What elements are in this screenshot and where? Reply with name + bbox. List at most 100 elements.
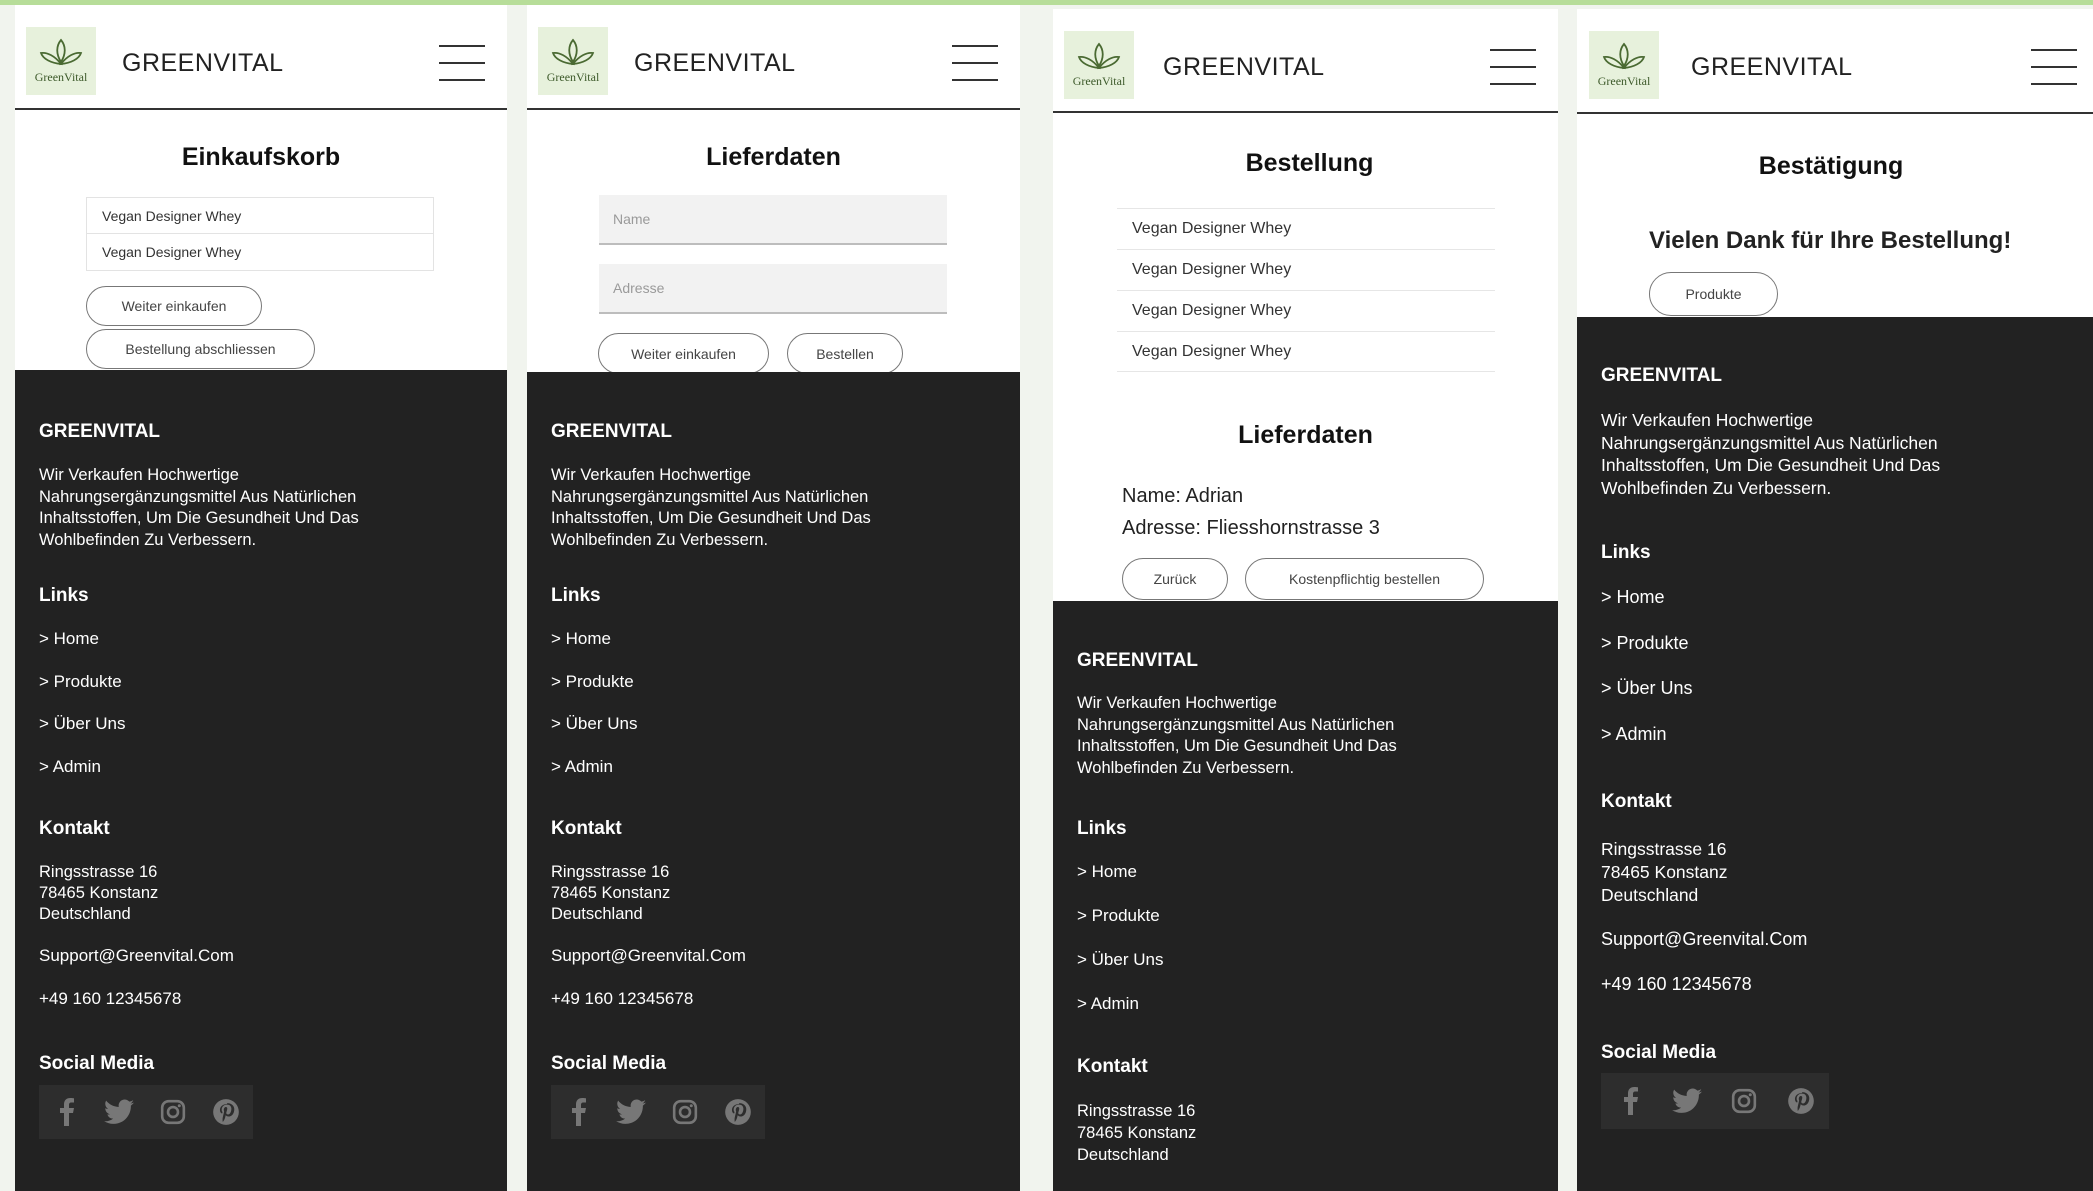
leaf-logo-icon xyxy=(1077,42,1121,69)
footer-description: Wir Verkaufen Hochwertige Nahrungsergänz… xyxy=(39,466,359,549)
footer-description: Wir Verkaufen Hochwertige Nahrungsergänz… xyxy=(1077,694,1397,777)
footer-link-home[interactable]: > Home xyxy=(551,629,611,649)
order-item: Vegan Designer Whey xyxy=(1117,331,1495,372)
footer-city: 78465 Konstanz xyxy=(551,884,671,902)
pinterest-icon[interactable] xyxy=(712,1085,766,1139)
brand-name[interactable]: GREENVITAL xyxy=(634,49,796,78)
footer-description: Wir Verkaufen Hochwertige Nahrungsergänz… xyxy=(551,466,871,549)
footer-link-products[interactable]: > Produkte xyxy=(1601,633,1689,654)
instagram-icon[interactable] xyxy=(146,1085,200,1139)
facebook-icon[interactable] xyxy=(39,1085,93,1139)
footer-street: Ringsstrasse 16 xyxy=(1601,839,1727,859)
screen-order: GreenVital GREENVITAL Bestellung Vegan D… xyxy=(1053,9,1558,1191)
footer-city: 78465 Konstanz xyxy=(39,884,159,902)
footer-contact-title: Kontakt xyxy=(39,818,110,839)
instagram-icon[interactable] xyxy=(658,1085,712,1139)
screen-confirmation: GreenVital GREENVITAL Bestätigung Vielen… xyxy=(1577,9,2093,1191)
leaf-logo-icon xyxy=(1602,42,1646,69)
footer-link-about[interactable]: > Über Uns xyxy=(1601,678,1693,699)
footer-links-title: Links xyxy=(551,585,601,606)
footer-link-admin[interactable]: > Admin xyxy=(551,757,613,777)
footer-link-admin[interactable]: > Admin xyxy=(1601,724,1667,745)
brand-logo[interactable]: GreenVital xyxy=(26,27,96,95)
social-media-bar xyxy=(551,1085,765,1139)
hamburger-menu-icon[interactable] xyxy=(952,45,998,81)
checkout-button[interactable]: Bestellung abschliessen xyxy=(86,329,315,369)
twitter-icon[interactable] xyxy=(1658,1074,1715,1128)
twitter-icon[interactable] xyxy=(93,1085,147,1139)
footer-email[interactable]: Support@Greenvital.Com xyxy=(1601,929,1807,950)
footer-phone[interactable]: +49 160 12345678 xyxy=(551,989,693,1009)
footer-email[interactable]: Support@Greenvital.Com xyxy=(551,946,746,966)
footer-contact-title: Kontakt xyxy=(1601,791,1672,812)
footer-link-products[interactable]: > Produkte xyxy=(551,672,634,692)
footer-brand: GREENVITAL xyxy=(551,421,673,442)
header: GreenVital GREENVITAL xyxy=(1053,9,1558,113)
logo-text: GreenVital xyxy=(1597,73,1651,88)
order-item: Vegan Designer Whey xyxy=(1117,208,1495,249)
footer-city: 78465 Konstanz xyxy=(1601,862,1728,882)
order-button[interactable]: Bestellen xyxy=(787,333,903,374)
social-media-bar xyxy=(1601,1073,1829,1129)
instagram-icon[interactable] xyxy=(1715,1074,1772,1128)
delivery-name: Name: Adrian xyxy=(1122,485,1244,507)
leaf-logo-icon xyxy=(39,38,83,65)
brand-name[interactable]: GREENVITAL xyxy=(122,49,284,78)
screen-cart: GreenVital GREENVITAL Einkaufskorb Vegan… xyxy=(15,5,507,1191)
products-button[interactable]: Produkte xyxy=(1649,272,1778,316)
footer-link-products[interactable]: > Produkte xyxy=(1077,906,1160,926)
header: GreenVital GREENVITAL xyxy=(527,5,1020,110)
hamburger-menu-icon[interactable] xyxy=(1490,49,1536,85)
footer-link-home[interactable]: > Home xyxy=(1601,587,1665,608)
brand-name[interactable]: GREENVITAL xyxy=(1163,53,1325,82)
hamburger-menu-icon[interactable] xyxy=(439,45,485,81)
address-input[interactable] xyxy=(599,264,947,314)
footer-brand: GREENVITAL xyxy=(39,421,161,442)
footer-contact-title: Kontakt xyxy=(551,818,622,839)
footer-link-home[interactable]: > Home xyxy=(1077,862,1137,882)
facebook-icon[interactable] xyxy=(1601,1074,1658,1128)
footer-social-title: Social Media xyxy=(39,1053,155,1074)
logo-text: GreenVital xyxy=(1072,73,1126,88)
footer-phone[interactable]: +49 160 12345678 xyxy=(1601,974,1752,995)
twitter-icon[interactable] xyxy=(605,1085,659,1139)
footer: GREENVITAL Wir Verkaufen Hochwertige Nah… xyxy=(15,370,507,1191)
pinterest-icon[interactable] xyxy=(1772,1074,1829,1128)
footer-link-home[interactable]: > Home xyxy=(39,629,99,649)
footer-links-title: Links xyxy=(1601,542,1651,563)
continue-shopping-button[interactable]: Weiter einkaufen xyxy=(86,286,262,326)
footer-link-about[interactable]: > Über Uns xyxy=(39,714,125,734)
continue-shopping-button[interactable]: Weiter einkaufen xyxy=(598,333,769,374)
brand-name[interactable]: GREENVITAL xyxy=(1691,53,1853,82)
footer-link-admin[interactable]: > Admin xyxy=(1077,994,1139,1014)
brand-logo[interactable]: GreenVital xyxy=(1064,31,1134,99)
hamburger-menu-icon[interactable] xyxy=(2031,49,2077,85)
pinterest-icon[interactable] xyxy=(200,1085,254,1139)
footer-street: Ringsstrasse 16 xyxy=(39,863,158,881)
cart-item: Vegan Designer Whey xyxy=(86,234,434,271)
footer-social-title: Social Media xyxy=(1601,1042,1717,1063)
footer-description: Wir Verkaufen Hochwertige Nahrungsergänz… xyxy=(1601,410,1941,498)
place-order-button[interactable]: Kostenpflichtig bestellen xyxy=(1245,558,1484,600)
footer-street: Ringsstrasse 16 xyxy=(1077,1102,1196,1120)
footer-link-about[interactable]: > Über Uns xyxy=(551,714,637,734)
footer-city: 78465 Konstanz xyxy=(1077,1124,1197,1142)
footer-email[interactable]: Support@Greenvital.Com xyxy=(39,946,234,966)
footer-social-title: Social Media xyxy=(551,1053,667,1074)
header: GreenVital GREENVITAL xyxy=(1577,9,2093,114)
brand-logo[interactable]: GreenVital xyxy=(1589,31,1659,99)
logo-text: GreenVital xyxy=(546,69,600,84)
name-input[interactable] xyxy=(599,195,947,245)
back-button[interactable]: Zurück xyxy=(1122,558,1228,600)
footer-brand: GREENVITAL xyxy=(1601,365,1723,386)
brand-logo[interactable]: GreenVital xyxy=(538,27,608,95)
footer-link-about[interactable]: > Über Uns xyxy=(1077,950,1163,970)
delivery-section-title: Lieferdaten xyxy=(1238,421,1373,449)
social-media-bar xyxy=(39,1085,253,1139)
footer-link-products[interactable]: > Produkte xyxy=(39,672,122,692)
footer: GREENVITAL Wir Verkaufen Hochwertige Nah… xyxy=(1053,601,1558,1191)
footer-link-admin[interactable]: > Admin xyxy=(39,757,101,777)
footer-phone[interactable]: +49 160 12345678 xyxy=(39,989,181,1009)
footer-links-title: Links xyxy=(39,585,89,606)
facebook-icon[interactable] xyxy=(551,1085,605,1139)
